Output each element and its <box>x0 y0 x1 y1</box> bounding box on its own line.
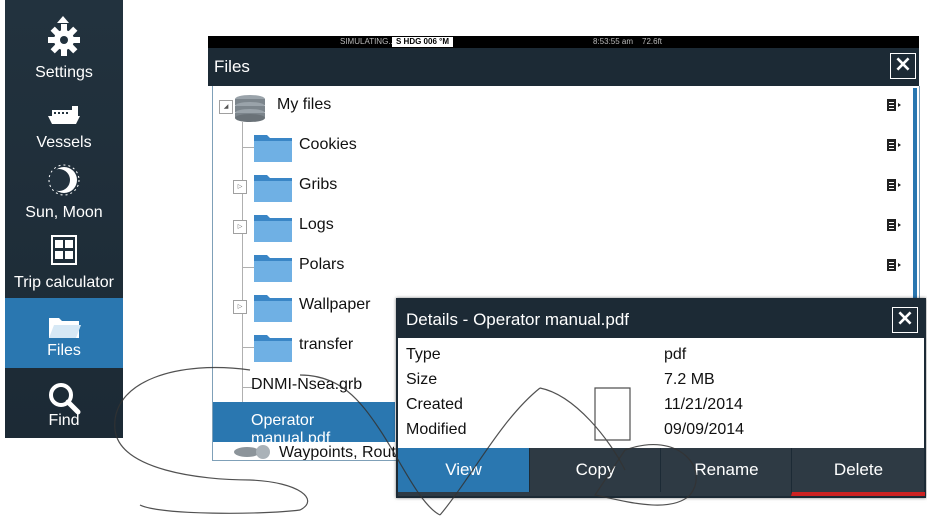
tree-item-label: Logs <box>299 216 334 233</box>
expand-icon[interactable]: ▷ <box>233 180 247 194</box>
context-menu-icon[interactable] <box>887 99 901 111</box>
simulating-indicator: SIMULATING... <box>340 37 395 46</box>
tree-item-label: Waypoints, Routes <box>279 444 413 460</box>
window-title: Files <box>214 57 250 76</box>
tree-row-folder[interactable]: Polars <box>213 246 903 286</box>
waypoint-database-icon <box>234 445 270 459</box>
context-menu-icon[interactable] <box>887 259 901 271</box>
tree-item-label: transfer <box>299 336 354 353</box>
sidebar-item-settings[interactable]: Settings <box>5 20 123 90</box>
tree-item-label: Cookies <box>299 136 357 153</box>
search-icon <box>49 383 81 415</box>
expand-icon[interactable]: ▷ <box>233 220 247 234</box>
detail-label: Size <box>406 371 438 388</box>
sidebar: Settings Vessels Sun, Moon Trip calculat… <box>5 0 123 438</box>
detail-value: pdf <box>664 346 687 363</box>
dialog-title-bar: Details - Operator manual.pdf × <box>398 300 924 338</box>
tree-row-root[interactable]: ◢ My files <box>213 86 903 126</box>
tree-item-label: Gribs <box>299 176 338 193</box>
sidebar-item-label: Files <box>47 342 81 359</box>
delete-button[interactable]: Delete <box>791 448 925 496</box>
dialog-action-bar: View Copy Rename Delete <box>398 448 925 496</box>
folder-icon <box>254 295 292 322</box>
collapse-icon[interactable]: ◢ <box>219 100 233 114</box>
sidebar-item-trip-calculator[interactable]: Trip calculator <box>5 230 123 300</box>
close-icon[interactable]: × <box>892 307 918 333</box>
context-menu-icon[interactable] <box>887 139 901 151</box>
sidebar-item-sun-moon[interactable]: Sun, Moon <box>5 160 123 230</box>
gear-icon <box>48 24 80 56</box>
dialog-title: Details - Operator manual.pdf <box>406 310 629 329</box>
expand-icon[interactable]: ▷ <box>233 300 247 314</box>
context-menu-icon[interactable] <box>887 179 901 191</box>
sidebar-item-label: Settings <box>35 64 93 81</box>
folder-icon <box>254 175 292 202</box>
detail-label: Created <box>406 396 463 413</box>
detail-label: Modified <box>406 421 467 438</box>
detail-row-type: Type pdf <box>406 346 686 371</box>
tree-row-folder[interactable]: Cookies <box>213 126 903 166</box>
folder-icon <box>254 135 292 162</box>
tree-item-label: My files <box>277 96 332 113</box>
sidebar-item-label: Trip calculator <box>14 274 114 291</box>
vessel-icon <box>48 106 80 124</box>
details-dialog: Details - Operator manual.pdf × Type pdf… <box>396 298 926 498</box>
detail-row-created: Created 11/21/2014 <box>406 396 743 421</box>
sidebar-item-find[interactable]: Find <box>5 368 123 438</box>
time-readout: 8:53:55 am <box>593 37 634 46</box>
folder-icon <box>254 255 292 282</box>
detail-label: Type <box>406 346 441 363</box>
sidebar-item-vessels[interactable]: Vessels <box>5 90 123 160</box>
tree-item-label: Wallpaper <box>299 296 371 313</box>
heading-readout: S HDG 006 °M <box>392 37 453 47</box>
tree-row-folder[interactable]: ▷ Gribs <box>213 166 903 206</box>
tree-row-file-selected[interactable]: Operator manual.pdf <box>213 402 395 447</box>
sidebar-item-files[interactable]: Files <box>5 298 123 368</box>
context-menu-icon[interactable] <box>887 219 901 231</box>
detail-value: 11/21/2014 <box>664 396 743 413</box>
window-title-bar: Files × <box>208 48 919 86</box>
detail-row-modified: Modified 09/09/2014 <box>406 421 744 446</box>
status-bar: SIMULATING... S HDG 006 °M 8:53:55 am 72… <box>208 36 919 48</box>
folder-icon <box>254 335 292 362</box>
sidebar-item-label: Vessels <box>36 134 92 151</box>
detail-value: 7.2 MB <box>664 371 715 388</box>
sidebar-item-label: Sun, Moon <box>25 204 103 221</box>
folder-icon <box>254 215 292 242</box>
rename-button[interactable]: Rename <box>660 448 792 492</box>
tree-item-label: DNMI-Nsea.grb <box>251 376 363 393</box>
folder-open-icon <box>49 318 81 338</box>
view-button[interactable]: View <box>398 448 529 492</box>
moon-icon <box>48 164 80 196</box>
close-icon[interactable]: × <box>890 53 916 79</box>
detail-row-size: Size 7.2 MB <box>406 371 715 396</box>
detail-value: 09/09/2014 <box>664 421 745 438</box>
depth-readout: 72.6ft <box>642 37 663 46</box>
scrollbar[interactable] <box>913 88 917 316</box>
copy-button[interactable]: Copy <box>529 448 661 492</box>
sidebar-item-label: Find <box>48 412 80 429</box>
tree-item-label: Polars <box>299 256 345 273</box>
tree-row-folder[interactable]: ▷ Logs <box>213 206 903 246</box>
storage-icon <box>235 95 265 122</box>
calculator-icon <box>51 235 77 265</box>
